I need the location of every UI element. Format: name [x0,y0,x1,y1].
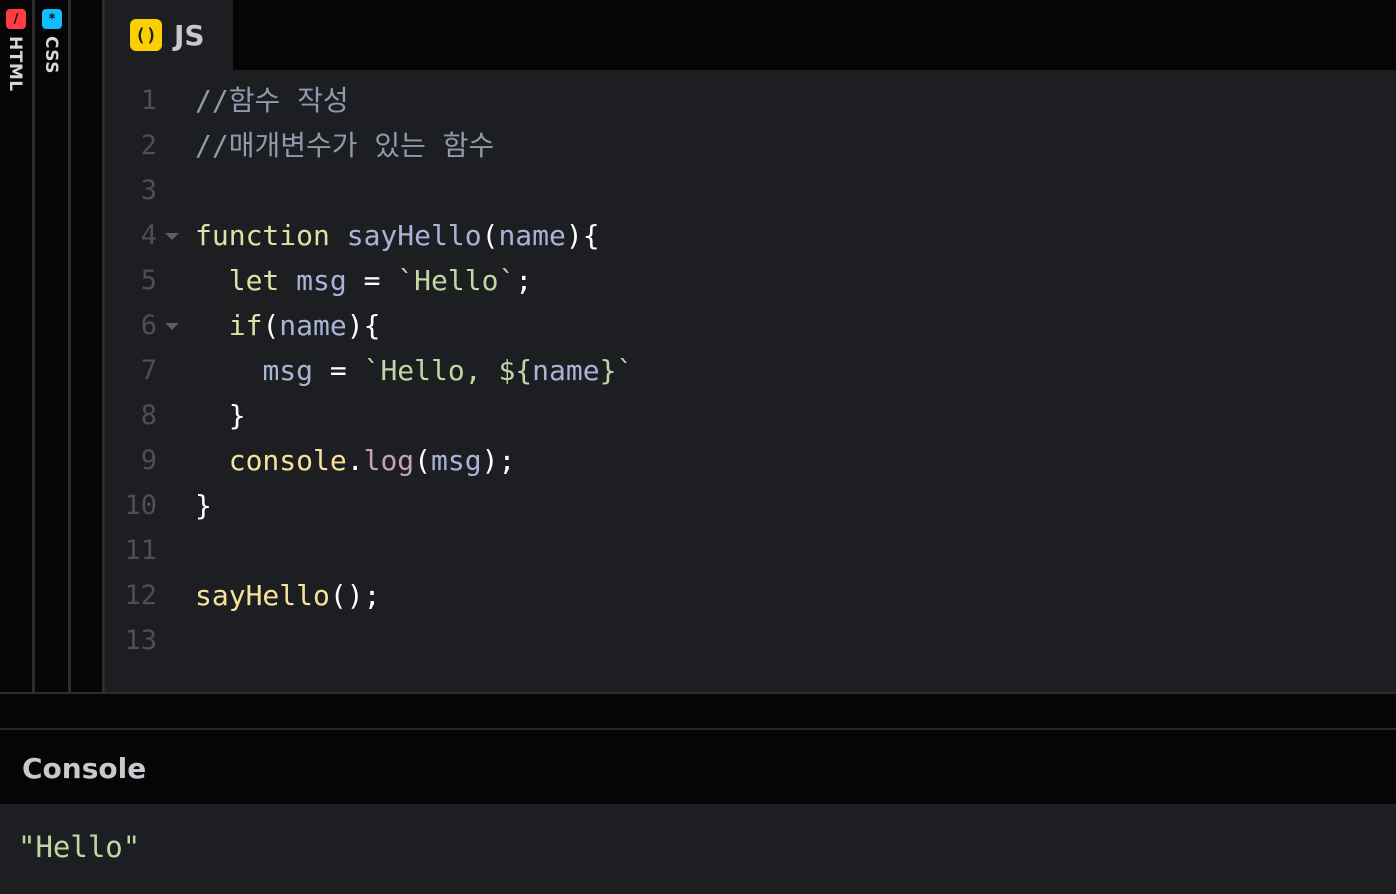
code-token: ; [515,264,533,297]
console-title: Console [22,752,147,785]
code-token: msg [262,354,314,387]
code-line[interactable]: 13 [105,618,1396,663]
code-line[interactable]: 11 [105,528,1396,573]
codepen-editor-window: / HTML * CSS () JS 1 //함수 작성 2 //매개변수가 있는 함… [0,0,1396,894]
code-line[interactable]: 7 msg = `Hello, ${name}` [105,348,1396,393]
css-icon: * [42,9,62,29]
code-line[interactable]: 10} [105,483,1396,528]
html-panel-label: HTML [5,36,25,92]
js-icon: () [130,19,162,51]
code-line[interactable]: 12 sayHello(); [105,573,1396,618]
tab-js[interactable]: () JS [105,0,233,70]
code-token: ( [481,219,499,252]
code-token: msg [296,264,347,297]
line-number: 11 [124,535,157,566]
code-line[interactable]: 9 console.log(msg); [105,438,1396,483]
code-token: = [346,264,398,297]
line-number: 10 [124,490,157,521]
code-line[interactable]: 5 let msg = `Hello`; [105,258,1396,303]
code-token: name [279,309,347,342]
code-token: function [195,219,330,252]
code-token: log [363,444,415,477]
panel-divider[interactable] [68,0,71,692]
panel-divider[interactable] [32,0,35,692]
code-line[interactable]: 1 //함수 작성 [105,78,1396,123]
code-token: sayHello [195,579,330,612]
code-text: sayHello(); [195,573,380,618]
code-token: let [228,264,280,297]
code-token: ( [262,309,280,342]
line-number: 7 [140,355,157,386]
code-token: //함수 작성 [195,84,349,117]
code-token: console [228,444,347,477]
code-token: ){ [565,219,600,252]
code-token: sayHello [346,219,482,252]
code-line[interactable]: 4 function sayHello(name){ [105,213,1396,258]
code-token: msg [431,444,482,477]
console-resize-handle[interactable] [0,694,1396,728]
code-token: `Hello, ${ [363,354,533,387]
code-text: console.log(msg); [195,438,516,483]
panel-gap [72,0,102,692]
code-line[interactable]: 3 [105,168,1396,213]
console-log-entry: "Hello" [18,830,141,864]
line-number: 6 [140,310,157,341]
code-text: let msg = `Hello`; [195,258,532,303]
code-token: . [346,444,364,477]
line-number: 1 [140,85,157,116]
code-text: function sayHello(name){ [195,213,600,258]
code-line[interactable]: 6 if(name){ [105,303,1396,348]
code-token: name [532,354,600,387]
code-text: } [195,393,246,438]
code-text: //매개변수가 있는 함수 [195,123,494,168]
code-text: msg = `Hello, ${name}` [195,348,633,393]
tab-js-label: JS [174,18,205,52]
js-editor[interactable]: () JS 1 //함수 작성 2 //매개변수가 있는 함수 3 4 function s… [105,0,1396,694]
code-token: } [195,489,212,522]
fold-arrow-icon[interactable] [165,323,179,330]
code-token: `Hello` [397,264,516,297]
html-icon: / [6,9,26,29]
code-token: name [498,219,566,252]
line-number: 3 [140,175,157,206]
code-token: ); [481,444,516,477]
code-area[interactable]: 1 //함수 작성 2 //매개변수가 있는 함수 3 4 function sayHell… [105,78,1396,663]
code-text: if(name){ [195,303,381,348]
code-token: ( [414,444,432,477]
line-number: 4 [140,220,157,251]
console-header: Console [0,730,1396,804]
editor-tab-bar: () JS [105,0,1396,70]
code-token: } [228,399,246,432]
code-token: if [228,309,263,342]
line-number: 13 [124,625,157,656]
code-line[interactable]: 2 //매개변수가 있는 함수 [105,123,1396,168]
code-token: ){ [346,309,381,342]
code-line[interactable]: 8 } [105,393,1396,438]
html-panel-collapsed[interactable]: / HTML [0,0,30,692]
css-panel-label: CSS [41,36,61,75]
css-panel-collapsed[interactable]: * CSS [36,0,66,692]
line-number: 8 [140,400,157,431]
line-number: 2 [140,130,157,161]
fold-arrow-icon[interactable] [165,233,179,240]
line-number: 12 [124,580,157,611]
code-token: }` [599,354,634,387]
console-body: "Hello" [0,804,1396,894]
code-text: //함수 작성 [195,78,349,123]
code-token: (); [329,579,381,612]
line-number: 5 [140,265,157,296]
code-text: } [195,483,212,528]
code-token: = [313,354,364,387]
line-number: 9 [140,445,157,476]
code-token: //매개변수가 있는 함수 [195,129,495,162]
